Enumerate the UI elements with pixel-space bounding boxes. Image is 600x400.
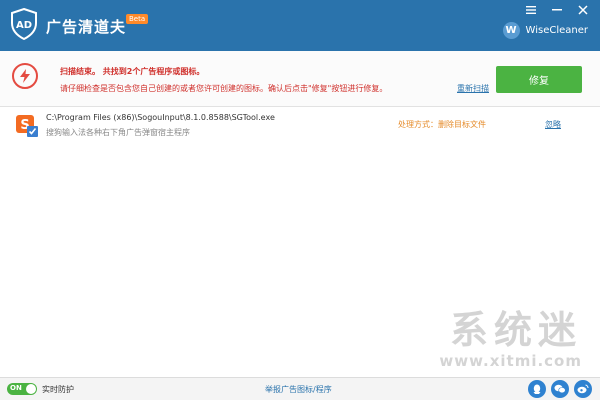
shield-logo-icon: AD xyxy=(11,8,37,40)
wisecleaner-logo-icon: W xyxy=(502,22,520,39)
wechat-button[interactable] xyxy=(551,380,569,398)
qq-button[interactable] xyxy=(528,380,546,398)
brand-name: WiseCleaner xyxy=(525,25,588,36)
close-icon xyxy=(578,5,588,15)
scan-detail: 请仔细检查是否包含您自己创建的或者您许可创建的图标。确认后点击"修复"按钮进行修… xyxy=(60,84,388,93)
toggle-state: ON xyxy=(10,384,22,392)
lightning-warning-icon xyxy=(12,63,38,89)
close-button[interactable] xyxy=(576,4,590,16)
app-title: 广告清道夫 xyxy=(46,18,127,36)
menu-button[interactable] xyxy=(524,4,538,16)
window-controls xyxy=(524,4,590,16)
social-links xyxy=(528,380,592,398)
watermark-text: 系统迷 xyxy=(449,307,582,352)
table-row[interactable]: S C:\Program Files (x86)\SogouInput\8.1.… xyxy=(0,110,600,144)
qq-icon xyxy=(533,384,541,394)
brand: W WiseCleaner xyxy=(502,22,588,39)
toggle-knob xyxy=(26,384,36,394)
fix-button[interactable]: 修复 xyxy=(496,66,582,93)
realtime-protection-label: 实时防护 xyxy=(42,385,74,394)
ignore-link[interactable]: 忽略 xyxy=(545,119,561,130)
menu-icon xyxy=(526,6,536,14)
rescan-link[interactable]: 重新扫描 xyxy=(457,83,489,94)
sogou-program-icon: S xyxy=(16,115,38,137)
watermark-url: www.xitmi.com xyxy=(439,352,582,370)
weibo-button[interactable] xyxy=(574,380,592,398)
wechat-icon xyxy=(554,384,566,394)
svg-text:AD: AD xyxy=(16,20,32,31)
realtime-protection-toggle[interactable]: ON xyxy=(7,383,37,395)
weibo-icon xyxy=(577,384,589,394)
title-bar: AD 广告清道夫 Beta W WiseCleaner xyxy=(0,0,600,51)
watermark: 系统迷 www.xitmi.com xyxy=(439,307,582,371)
minimize-icon xyxy=(552,9,562,11)
status-bar: ON 实时防护 举报广告图标/程序 xyxy=(0,377,600,400)
file-description: 搜狗输入法各种右下角广告弹窗宿主程序 xyxy=(46,128,190,137)
minimize-button[interactable] xyxy=(550,4,564,16)
file-path: C:\Program Files (x86)\SogouInput\8.1.0.… xyxy=(46,113,275,122)
handling-method: 处理方式：删除目标文件 xyxy=(398,120,486,129)
beta-badge: Beta xyxy=(126,14,149,24)
scan-headline: 扫描结束。 共找到2个广告程序或图标。 xyxy=(60,67,205,76)
report-ad-link[interactable]: 举报广告图标/程序 xyxy=(265,384,332,395)
